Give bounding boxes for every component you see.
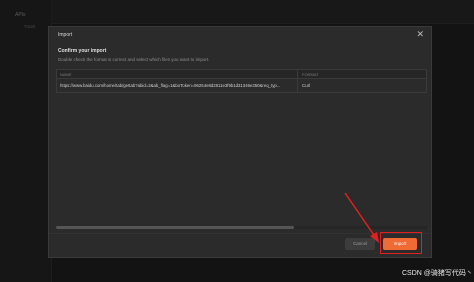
dialog-title: Import xyxy=(58,32,73,38)
scrollbar-thumb[interactable] xyxy=(56,226,294,229)
table-row[interactable]: https://www.baidu.com/home/tab/gettab?ab… xyxy=(57,79,426,92)
dialog-description: Double check the format is correct and s… xyxy=(58,57,210,62)
dialog-header: Import ✕ xyxy=(49,27,431,40)
cancel-button[interactable]: Cancel xyxy=(345,238,375,250)
confirm-heading: Confirm your import xyxy=(58,48,107,54)
horizontal-scrollbar[interactable] xyxy=(56,226,427,229)
column-divider[interactable] xyxy=(297,70,298,79)
import-dialog: Import ✕ Confirm your import Double chec… xyxy=(48,26,432,258)
watermark-text: CSDN @骑猪写代码丶 xyxy=(402,270,473,277)
column-header-format: FORMAT xyxy=(302,72,319,77)
footer-divider xyxy=(49,233,431,234)
column-header-name: NAME xyxy=(60,72,72,77)
annotation-highlight-box xyxy=(380,232,422,254)
table-header: NAME FORMAT xyxy=(57,70,426,79)
close-icon[interactable]: ✕ xyxy=(416,30,424,39)
app-window: APIs Trash Import ✕ Confirm your import … xyxy=(0,0,474,282)
import-table: NAME FORMAT https://www.baidu.com/home/t… xyxy=(56,69,427,93)
column-divider xyxy=(297,79,298,92)
row-name-cell: https://www.baidu.com/home/tab/gettab?ab… xyxy=(60,83,281,88)
row-format-cell: Curl xyxy=(302,83,311,88)
